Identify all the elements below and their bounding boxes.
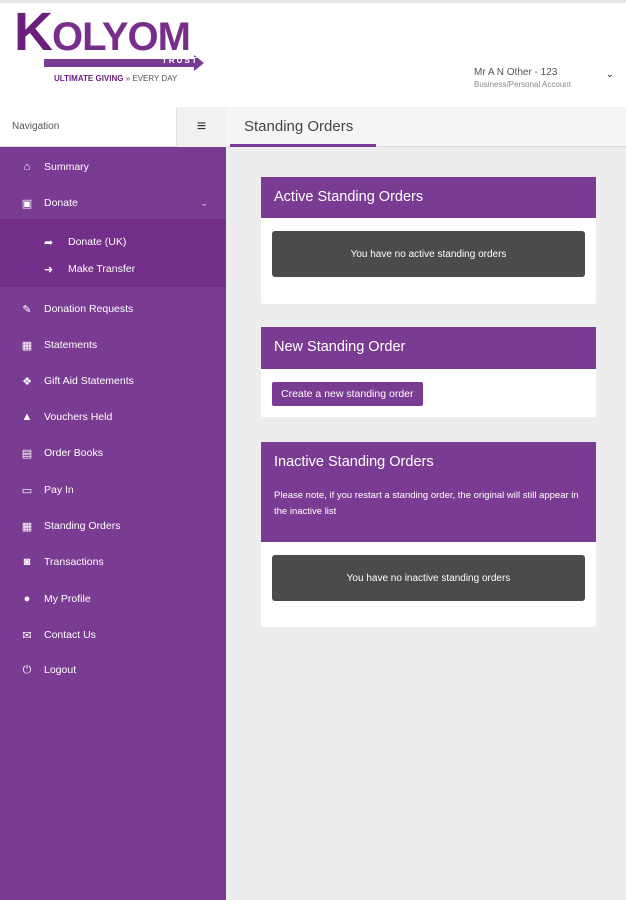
inactive-note: Please note, if you restart a standing o… [274, 490, 579, 517]
logo-tagline: ULTIMATE GIVING » EVERY DAY [54, 74, 178, 83]
sidebar-item-label: Donation Requests [44, 303, 134, 315]
chevron-down-icon[interactable]: ⌄ [606, 69, 614, 80]
user-name: Mr A N Other - 123 [474, 67, 558, 78]
sidebar-item-logout[interactable]: ⏻ Logout [0, 658, 226, 682]
sidebar-item-pay-in[interactable]: ▭ Pay In [0, 478, 226, 502]
panel-header: Inactive Standing Orders Please note, if… [261, 442, 596, 542]
sidebar-item-label: Pay In [44, 484, 74, 496]
empty-active-message: You have no active standing orders [272, 231, 585, 277]
book-icon: ▤ [21, 447, 33, 460]
logo-wordmark: KOLYOM [14, 2, 191, 62]
home-icon: ⌂ [23, 161, 31, 173]
navigation-label: Navigation [12, 121, 60, 132]
sidebar-item-label: Order Books [44, 447, 103, 459]
active-standing-orders-panel: Active Standing Orders You have no activ… [261, 177, 596, 304]
sidebar-item-vouchers-held[interactable]: ▲ Vouchers Held [0, 405, 226, 429]
sidebar-item-label: Make Transfer [68, 263, 136, 275]
share-icon: ➦ [44, 236, 54, 249]
inactive-standing-orders-panel: Inactive Standing Orders Please note, if… [261, 442, 596, 627]
sidebar-item-summary[interactable]: ⌂ Summary [0, 155, 226, 179]
power-icon: ⏻ [22, 663, 32, 676]
logo-trust-text: TRUST [162, 56, 199, 65]
new-standing-order-panel: New Standing Order Create a new standing… [261, 327, 596, 417]
kolyom-trust-logo[interactable]: KOLYOM TRUST ULTIMATE GIVING » EVERY DAY [14, 2, 214, 93]
sidebar-item-label: Donate (UK) [68, 236, 127, 248]
panel-header: New Standing Order [261, 327, 596, 369]
sidebar-item-label: Standing Orders [44, 520, 121, 532]
calendar-icon: ▦ [21, 520, 33, 533]
sign-in-icon: ➜ [44, 263, 54, 276]
page-header: Standing Orders [226, 107, 626, 147]
sidebar-item-contact-us[interactable]: ✉ Contact Us [0, 623, 226, 647]
calendar-icon: ▦ [21, 339, 33, 352]
create-standing-order-button[interactable]: Create a new standing order [272, 382, 423, 406]
user-icon: ● [23, 593, 31, 605]
binoculars-icon: ◙ [23, 556, 31, 568]
menu-toggle-button[interactable]: ≡ [176, 107, 226, 147]
sidebar-item-label: Statements [44, 339, 98, 351]
sidebar-item-make-transfer[interactable]: ➜ Make Transfer [0, 258, 226, 280]
sidebar-item-label: Logout [44, 664, 77, 676]
gift-icon: ❖ [22, 375, 32, 388]
sidebar-item-label: My Profile [44, 593, 91, 605]
navigation-header: Navigation ≡ [0, 107, 226, 147]
user-menu[interactable]: Mr A N Other - 123 Business/Personal Acc… [474, 67, 614, 93]
warning-icon: ▲ [21, 411, 33, 423]
sidebar-item-transactions[interactable]: ◙ Transactions [0, 550, 226, 574]
sidebar-item-label: Vouchers Held [44, 411, 113, 423]
donate-submenu: ➦ Donate (UK) ➜ Make Transfer [0, 219, 226, 287]
page-title: Standing Orders [244, 118, 354, 135]
money-icon: ▣ [21, 197, 33, 210]
sidebar-item-gift-aid-statements[interactable]: ❖ Gift Aid Statements [0, 369, 226, 393]
panel-title: Active Standing Orders [274, 189, 424, 205]
panel-title: New Standing Order [274, 339, 406, 355]
account-type: Business/Personal Account [474, 80, 571, 89]
panel-header: Active Standing Orders [261, 177, 596, 218]
page-title-underline [230, 144, 376, 147]
empty-inactive-message: You have no inactive standing orders [272, 555, 585, 601]
sidebar-item-label: Donate [44, 197, 78, 209]
sidebar-item-donate[interactable]: ▣ Donate ⌄ [0, 191, 226, 215]
chevron-down-icon: ⌄ [200, 197, 208, 208]
sidebar-item-label: Transactions [44, 556, 104, 568]
sidebar-item-donate-uk[interactable]: ➦ Donate (UK) [0, 231, 226, 253]
edit-icon: ✎ [22, 303, 32, 316]
sidebar-nav: ⌂ Summary ▣ Donate ⌄ ➦ Donate (UK) ➜ Mak… [0, 147, 226, 900]
credit-card-icon: ▭ [21, 484, 33, 497]
sidebar-item-donation-requests[interactable]: ✎ Donation Requests [0, 297, 226, 321]
hamburger-icon: ≡ [196, 118, 207, 135]
sidebar-item-standing-orders[interactable]: ▦ Standing Orders [0, 514, 226, 538]
panel-title: Inactive Standing Orders [274, 454, 434, 470]
sidebar-item-label: Contact Us [44, 629, 96, 641]
envelope-icon: ✉ [22, 629, 32, 642]
sidebar-item-order-books[interactable]: ▤ Order Books [0, 441, 226, 465]
sidebar-item-label: Gift Aid Statements [44, 375, 134, 387]
app-header: KOLYOM TRUST ULTIMATE GIVING » EVERY DAY… [0, 3, 626, 107]
sidebar-item-label: Summary [44, 161, 89, 173]
sidebar-item-statements[interactable]: ▦ Statements [0, 333, 226, 357]
sidebar-item-my-profile[interactable]: ● My Profile [0, 587, 226, 611]
